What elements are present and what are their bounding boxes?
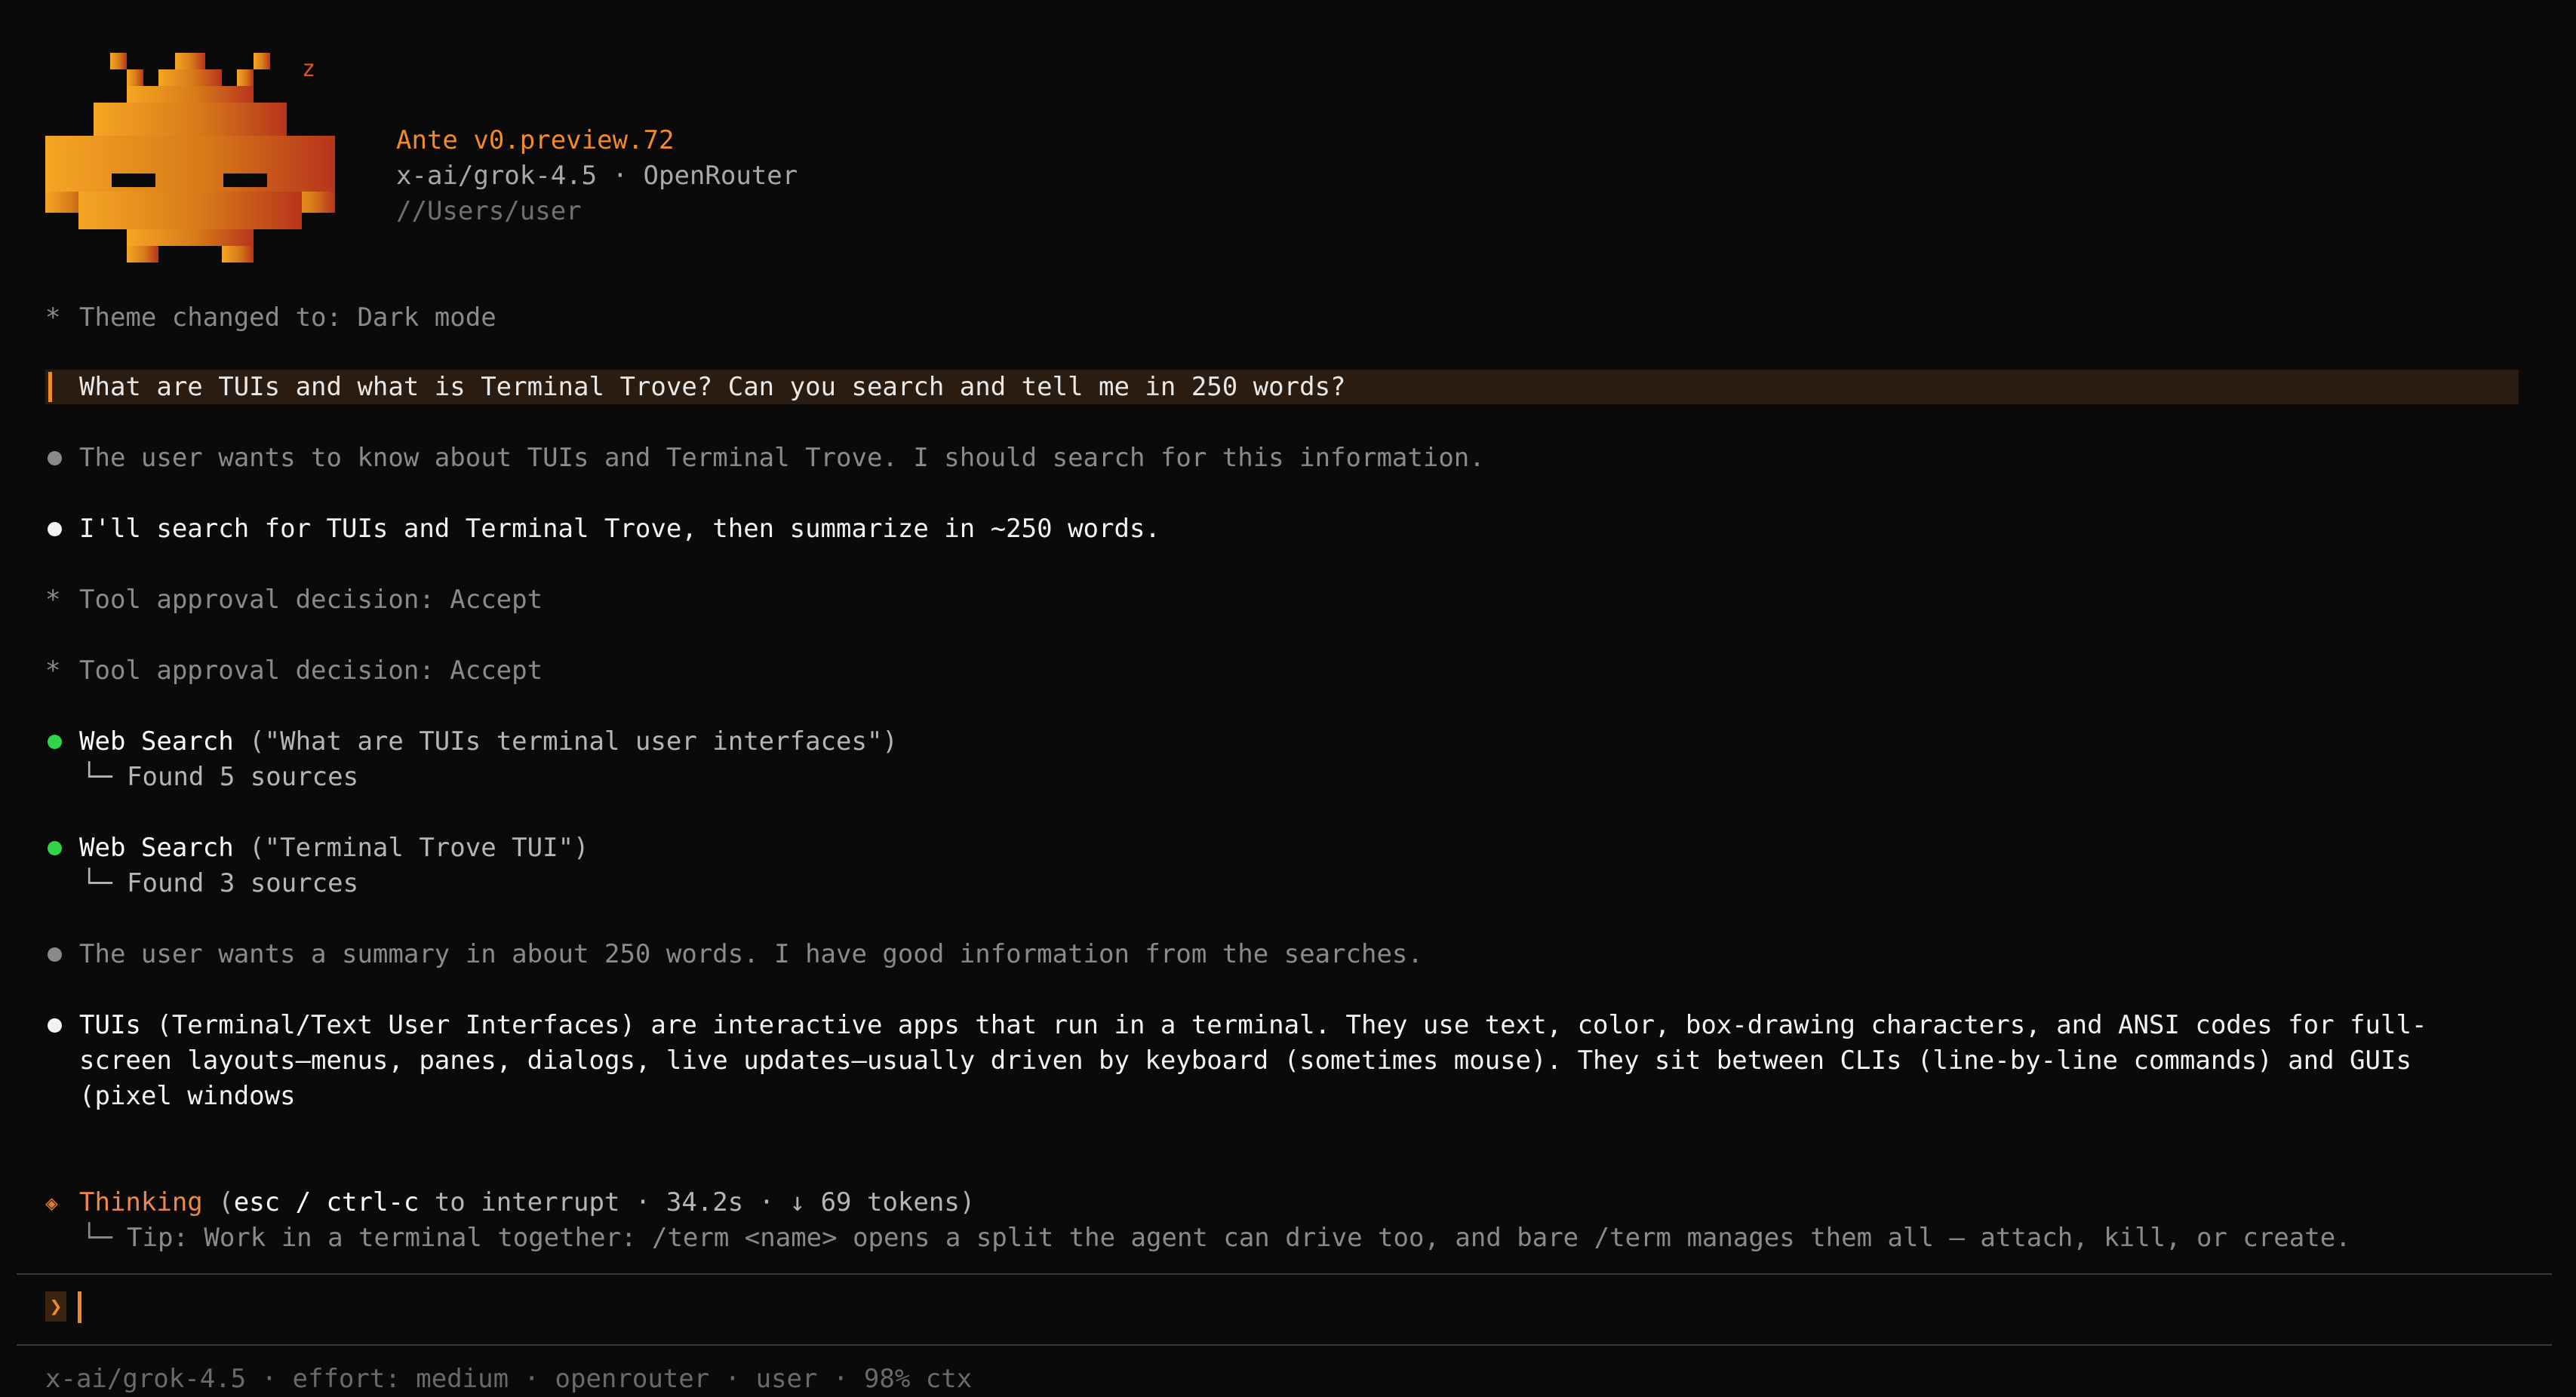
assistant-bullet-icon — [48, 522, 62, 536]
assistant-bullet-icon — [48, 1018, 62, 1033]
thinking-message: The user wants a summary in about 250 wo… — [79, 939, 1423, 969]
assistant-response-line: screen layouts—menus, panes, dialogs, li… — [79, 1045, 2412, 1076]
status-paren: ( — [202, 1187, 234, 1217]
system-notice-glyph: * — [45, 585, 61, 615]
thinking-status: Thinking (esc / ctrl-c to interrupt · 34… — [79, 1185, 975, 1220]
prompt-input[interactable] — [78, 1291, 81, 1323]
working-directory: //Users/user — [396, 196, 582, 226]
thinking-status-icon: ◈ — [45, 1190, 58, 1215]
tip-text: Tip: Work in a terminal together: /term … — [127, 1223, 2351, 1253]
interrupt-keys: esc / ctrl-c — [233, 1187, 420, 1217]
tool-name: Web Search — [79, 726, 234, 757]
tool-success-icon — [48, 735, 62, 749]
tool-success-icon — [48, 841, 62, 855]
footer-status: x-ai/grok-4.5 · effort: medium · openrou… — [45, 1364, 973, 1394]
thinking-message: The user wants to know about TUIs and Te… — [79, 443, 1485, 473]
app-title: Ante v0.preview.72 — [396, 125, 675, 155]
tree-branch: └─ — [81, 1223, 112, 1253]
tool-result: Found 5 sources — [127, 762, 359, 792]
system-notice-glyph: * — [45, 656, 61, 686]
status-detail: to interrupt · 34.2s · ↓ 69 tokens) — [419, 1187, 976, 1217]
theme-notice: Theme changed to: Dark mode — [79, 302, 496, 333]
tool-call-web-search[interactable]: Web Search ("What are TUIs terminal user… — [79, 724, 898, 760]
user-message-accent — [48, 372, 52, 402]
tool-approval-notice: Tool approval decision: Accept — [79, 656, 543, 686]
assistant-message: I'll search for TUIs and Terminal Trove,… — [79, 514, 1160, 544]
tree-branch: └─ — [81, 868, 112, 898]
input-divider-top — [17, 1273, 2552, 1275]
sleep-indicator: z — [302, 56, 316, 82]
system-notice-glyph: * — [45, 302, 61, 333]
tool-call-web-search[interactable]: Web Search ("Terminal Trove TUI") — [79, 831, 589, 866]
assistant-response-line: (pixel windows — [79, 1081, 296, 1111]
prompt-chevron-icon: ❯ — [45, 1291, 66, 1322]
tool-args: ("Terminal Trove TUI") — [233, 833, 589, 863]
tool-args: ("What are TUIs terminal user interfaces… — [233, 726, 898, 757]
model-provider: x-ai/grok-4.5 · OpenRouter — [396, 161, 798, 191]
thinking-bullet-icon — [48, 451, 62, 465]
user-message: What are TUIs and what is Terminal Trove… — [79, 372, 1346, 402]
tool-result: Found 3 sources — [127, 868, 359, 898]
assistant-text: (Terminal/Text User Interfaces) are inte… — [140, 1010, 2427, 1040]
tool-name: Web Search — [79, 833, 234, 863]
assistant-response-line: TUIs (Terminal/Text User Interfaces) are… — [79, 1008, 2427, 1043]
tree-branch: └─ — [81, 762, 112, 792]
thinking-label: Thinking — [79, 1187, 203, 1217]
ante-logo — [45, 53, 335, 263]
input-divider-bottom — [17, 1344, 2552, 1346]
tool-approval-notice: Tool approval decision: Accept — [79, 585, 543, 615]
thinking-bullet-icon — [48, 947, 62, 962]
assistant-lead: TUIs — [79, 1010, 141, 1040]
